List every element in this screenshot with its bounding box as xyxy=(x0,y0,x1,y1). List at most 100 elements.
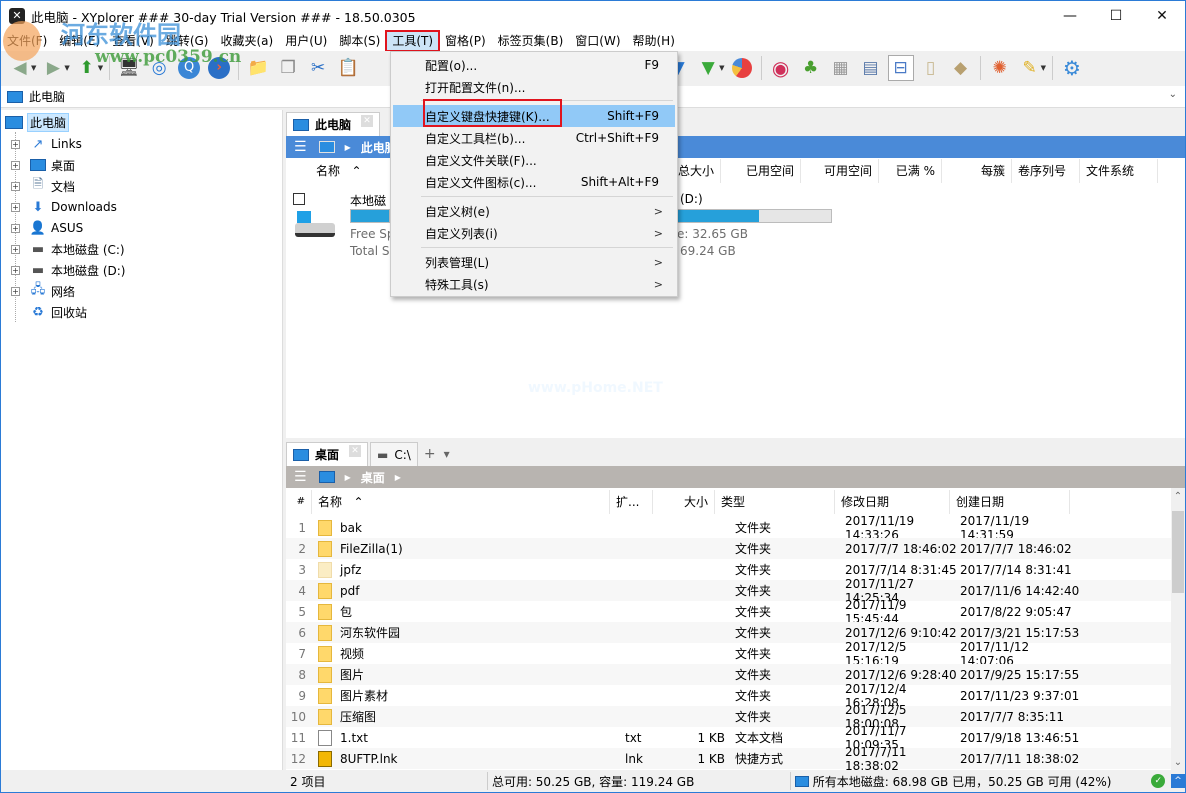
check-icon[interactable]: ✓ xyxy=(1151,774,1166,788)
column-free-space[interactable]: 可用空间 xyxy=(801,159,879,183)
panes-icon[interactable]: ▦ xyxy=(828,55,854,81)
menu-panes[interactable]: 窗格(P) xyxy=(439,31,492,51)
spiral-icon[interactable]: ◉ xyxy=(768,55,794,81)
column-used-space[interactable]: 已用空间 xyxy=(721,159,801,183)
filter-dropdown-icon[interactable]: ▼ xyxy=(719,64,724,72)
tab-menu-button[interactable]: ▾ xyxy=(440,442,454,466)
scroll-up-icon[interactable]: ⌃ xyxy=(1171,491,1185,502)
breadcrumb-arrow-icon[interactable]: ▶ xyxy=(395,473,401,482)
menu-item-file-associations[interactable]: 自定义文件关联(F)... xyxy=(393,149,675,171)
menu-icon[interactable]: ☰ xyxy=(294,139,307,155)
tree-item-links[interactable]: + ↗ Links xyxy=(11,134,82,154)
breadcrumb-arrow-icon[interactable]: ▶ xyxy=(345,143,351,152)
file-row[interactable]: 4 pdf 文件夹 2017/11/27 14:25:34 2017/11/6 14:4… xyxy=(286,577,1171,605)
column-serial[interactable]: 卷序列号 xyxy=(1012,159,1080,183)
menu-user[interactable]: 用户(U) xyxy=(279,31,333,51)
pie-chart-icon[interactable] xyxy=(729,55,755,81)
tree-item-documents[interactable]: + 🗎 文档 xyxy=(11,176,75,196)
menu-item-configuration[interactable]: 配置(o)... F9 xyxy=(393,54,675,76)
expand-up-icon[interactable]: ^ xyxy=(1171,774,1185,788)
menu-item-customize-toolbar[interactable]: 自定义工具栏(b)... Ctrl+Shift+F9 xyxy=(393,127,675,149)
column-extension[interactable]: 扩... xyxy=(610,490,653,514)
address-dropdown-icon[interactable]: ⌄ xyxy=(1169,89,1177,100)
tree-icon[interactable]: ♣ xyxy=(798,55,824,81)
menu-view[interactable]: 查看(V) xyxy=(106,31,160,51)
forward-icon[interactable]: ▶ xyxy=(40,55,66,81)
tree-root[interactable]: 此电脑 xyxy=(5,113,70,132)
file-row[interactable]: 9 图片素材 文件夹 2017/12/4 16:28:08 2017/11/23 9:3… xyxy=(286,682,1171,710)
column-total-size[interactable]: 总大小 xyxy=(671,159,721,183)
grid-icon[interactable]: ▤ xyxy=(858,55,884,81)
file-row[interactable]: 5 包文件夹 2017/11/9 15:45:44 2017/8/22 9:05:47 xyxy=(286,598,1171,626)
expand-icon[interactable]: + xyxy=(11,244,20,254)
menu-item-open-config[interactable]: 打开配置文件(n)... xyxy=(393,76,675,98)
tree-item-desktop[interactable]: + 桌面 xyxy=(11,155,75,175)
gear-icon[interactable]: ⚙ xyxy=(1059,55,1085,81)
menu-item-special-tools[interactable]: 特殊工具(s) > xyxy=(393,273,675,295)
menu-favorites[interactable]: 收藏夹(a) xyxy=(214,31,279,51)
computer-icon[interactable] xyxy=(318,141,335,153)
paste-icon[interactable]: 📋 xyxy=(335,55,361,81)
file-row[interactable]: 7 视频 文件夹 2017/12/5 15:16:19 2017/11/12 14:07… xyxy=(286,640,1171,668)
tree-item-recycle-bin[interactable]: ♻ 回收站 xyxy=(11,302,87,322)
menu-tools[interactable]: 工具(T) xyxy=(385,30,441,52)
expand-icon[interactable]: + xyxy=(11,160,20,170)
vertical-scrollbar[interactable]: ⌃ ⌄ xyxy=(1171,491,1185,770)
column-type[interactable]: 类型 xyxy=(715,490,835,514)
breadcrumb-arrow-icon[interactable]: ▶ xyxy=(345,473,351,482)
menu-go[interactable]: 跳转(G) xyxy=(160,31,215,51)
scroll-thumb[interactable] xyxy=(1172,511,1184,593)
new-folder-icon[interactable]: 📁 xyxy=(245,55,271,81)
add-tab-button[interactable]: + xyxy=(420,442,440,466)
tree-item-network[interactable]: + 🖧 网络 xyxy=(11,281,75,301)
column-size[interactable]: 大小 xyxy=(653,490,715,514)
menu-item-customize-tree[interactable]: 自定义树(e) > xyxy=(393,200,675,222)
menu-file[interactable]: 文件(F) xyxy=(1,31,53,51)
file-row[interactable]: 1 bak 文件夹 2017/11/19 14:33:26 2017/11/19 14:… xyxy=(286,514,1171,542)
menu-item-customize-list[interactable]: 自定义列表(i) > xyxy=(393,222,675,244)
breadcrumb-item[interactable]: 桌面 xyxy=(361,469,385,486)
target-icon[interactable]: ◎ xyxy=(146,55,172,81)
copy-icon[interactable]: ❐ xyxy=(275,55,301,81)
menu-item-list-management[interactable]: 列表管理(L) > xyxy=(393,251,675,273)
brush-icon[interactable]: ✎ xyxy=(1017,55,1043,81)
menu-script[interactable]: 脚本(S) xyxy=(333,31,386,51)
tab-close-icon[interactable]: ✕ xyxy=(361,115,374,127)
tab-desktop[interactable]: 桌面 ✕ xyxy=(286,442,369,466)
maximize-button[interactable]: ☐ xyxy=(1093,1,1139,31)
up-icon[interactable]: ⬆ xyxy=(74,55,100,81)
tree-item-drive-d[interactable]: + ▬ 本地磁盘 (D:) xyxy=(11,260,125,280)
column-percent-full[interactable]: 已满 % xyxy=(879,159,942,183)
column-cluster[interactable]: 每簇 xyxy=(942,159,1012,183)
tab-this-pc[interactable]: 此电脑 ✕ xyxy=(286,112,381,136)
file-row[interactable]: 11 1.txt txt 1 KB 文本文档 2017/11/7 10:09:35 2017… xyxy=(286,724,1171,752)
file-row[interactable]: 10 压缩图 文件夹 2017/12/5 18:00:08 2017/7/7 8:35:… xyxy=(286,703,1171,731)
goto-icon[interactable]: › xyxy=(206,55,232,81)
tab-drive-c[interactable]: ▬ C:\ xyxy=(370,442,418,466)
column-created[interactable]: 创建日期 xyxy=(950,490,1070,514)
close-button[interactable]: ✕ xyxy=(1139,1,1185,31)
address-input[interactable]: 此电脑 xyxy=(29,88,65,105)
expand-icon[interactable]: + xyxy=(11,265,20,275)
column-filesystem[interactable]: 文件系统 xyxy=(1080,159,1158,183)
expand-icon[interactable]: + xyxy=(11,202,20,212)
forward-dropdown-icon[interactable]: ▼ xyxy=(64,64,69,72)
menu-window[interactable]: 窗口(W) xyxy=(569,31,626,51)
expand-icon[interactable]: + xyxy=(11,223,20,233)
menu-help[interactable]: 帮助(H) xyxy=(627,31,681,51)
file-row[interactable]: 3 jpfz 文件夹 2017/7/14 8:31:45 2017/7/14 8:31:… xyxy=(286,559,1171,580)
tree-item-asus[interactable]: + 👤 ASUS xyxy=(11,218,83,238)
dual-pane-icon[interactable]: ⊟ xyxy=(887,55,914,81)
tab-close-icon[interactable]: ✕ xyxy=(349,445,362,457)
scroll-down-icon[interactable]: ⌄ xyxy=(1171,757,1185,768)
menu-icon[interactable]: ☰ xyxy=(294,469,307,485)
expand-icon[interactable]: + xyxy=(11,139,20,149)
tree-item-drive-c[interactable]: + ▬ 本地磁盘 (C:) xyxy=(11,239,125,259)
file-row[interactable]: 12 8UFTP.lnk lnk 1 KB 快捷方式 2017/7/11 18:38:02… xyxy=(286,745,1171,773)
drive-checkbox[interactable] xyxy=(293,193,305,205)
back-dropdown-icon[interactable]: ▼ xyxy=(31,64,36,72)
filter-green-icon[interactable]: ▼ xyxy=(695,55,721,81)
file-row[interactable]: 8 图片 文件夹 2017/12/6 9:28:40 2017/9/25 15:17:5… xyxy=(286,664,1171,685)
menu-edit[interactable]: 编辑(E) xyxy=(53,31,106,51)
menu-item-file-icons[interactable]: 自定义文件图标(c)... Shift+Alt+F9 xyxy=(393,171,675,193)
